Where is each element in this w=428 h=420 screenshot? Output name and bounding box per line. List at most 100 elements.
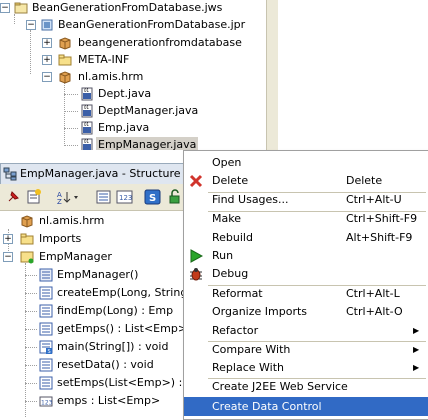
lock-icon[interactable] bbox=[166, 188, 184, 206]
show-numbers-icon[interactable]: 123 bbox=[116, 188, 134, 206]
menu-item-replace-with[interactable]: Replace With ▶ bbox=[184, 358, 428, 377]
structure-node-member[interactable]: 123 emps : List<Emp> bbox=[0, 393, 190, 409]
menu-item-organize-imports[interactable]: Organize Imports Ctrl+Alt-O bbox=[184, 302, 428, 321]
tree-node-file[interactable]: 01 Emp.java bbox=[0, 120, 266, 136]
tree-node-workspace[interactable]: − BeanGenerationFromDatabase.jws bbox=[0, 0, 266, 16]
menu-item-make[interactable]: Make Ctrl+Shift-F9 bbox=[184, 209, 428, 228]
package-label: nl.amis.hrm bbox=[78, 70, 144, 83]
member-label: EmpManager() bbox=[57, 268, 139, 281]
sort-dropdown[interactable]: AZ bbox=[56, 188, 82, 206]
run-icon bbox=[189, 249, 204, 263]
tree-node-file[interactable]: 01 DeptManager.java bbox=[0, 103, 266, 119]
menu-item-run[interactable]: Run bbox=[184, 246, 428, 265]
menu-item-refactor[interactable]: Refactor ▶ bbox=[184, 321, 428, 340]
submenu-arrow-icon: ▶ bbox=[413, 363, 420, 372]
new-view-icon[interactable] bbox=[25, 188, 43, 206]
menu-item-shortcut: Ctrl+Alt-U bbox=[346, 193, 402, 206]
tree-node-nl-amis-hrm[interactable]: − nl.amis.hrm bbox=[0, 69, 266, 85]
submenu-arrow-icon: ▶ bbox=[413, 345, 420, 354]
project-label: BeanGenerationFromDatabase.jpr bbox=[58, 18, 246, 31]
menu-item-rebuild[interactable]: Rebuild Alt+Shift-F9 bbox=[184, 228, 428, 247]
menu-item-shortcut: Alt+Shift-F9 bbox=[346, 231, 413, 244]
menu-item-label: Debug bbox=[212, 267, 249, 280]
menu-item-label: Reformat bbox=[212, 287, 263, 300]
structure-node-member[interactable]: S main(String[]) : void bbox=[0, 339, 190, 355]
member-label: main(String[]) : void bbox=[57, 340, 169, 353]
menu-item-shortcut: Delete bbox=[346, 174, 383, 187]
menu-item-find-usages[interactable]: Find Usages... Ctrl+Alt-U bbox=[184, 190, 428, 209]
tree-node-file[interactable]: 01 Dept.java bbox=[0, 86, 266, 102]
package-label: nl.amis.hrm bbox=[39, 214, 105, 227]
tree-node-meta-inf[interactable]: + META-INF bbox=[0, 52, 266, 68]
structure-tree: nl.amis.hrm + Imports − EmpManager EmpMa… bbox=[0, 211, 192, 418]
folder-icon bbox=[58, 53, 72, 67]
structure-node-member[interactable]: getEmps() : List<Emp> bbox=[0, 321, 190, 337]
package-icon bbox=[58, 70, 72, 84]
class-icon bbox=[20, 250, 34, 264]
menu-item-label: Replace With bbox=[212, 361, 284, 374]
structure-node-class[interactable]: − EmpManager bbox=[0, 249, 190, 265]
menu-item-create-j2ee-web-service[interactable]: Create J2EE Web Service bbox=[184, 377, 428, 396]
menu-item-label: Organize Imports bbox=[212, 305, 308, 318]
tree-node-project[interactable]: − BeanGenerationFromDatabase.jpr bbox=[0, 17, 266, 33]
structure-node-member[interactable]: EmpManager() bbox=[0, 267, 190, 283]
file-label: Dept.java bbox=[98, 87, 152, 100]
folder-icon bbox=[20, 232, 34, 246]
member-label: getEmps() : List<Emp> bbox=[57, 322, 188, 335]
workspace-label: BeanGenerationFromDatabase.jws bbox=[32, 1, 223, 14]
submenu-arrow-icon: ▶ bbox=[413, 326, 420, 335]
collapse-toggle[interactable]: − bbox=[0, 3, 10, 13]
imports-label: Imports bbox=[39, 232, 82, 245]
menu-item-compare-with[interactable]: Compare With ▶ bbox=[184, 340, 428, 359]
show-fields-icon[interactable] bbox=[95, 188, 113, 206]
svg-text:Z: Z bbox=[57, 198, 62, 206]
application-navigator: − BeanGenerationFromDatabase.jws − BeanG… bbox=[0, 0, 266, 153]
expand-toggle[interactable]: + bbox=[3, 234, 13, 244]
member-label: setEmps(List<Emp>) : bbox=[57, 376, 183, 389]
show-static-icon[interactable]: S bbox=[144, 188, 162, 206]
collapse-toggle[interactable]: − bbox=[42, 72, 52, 82]
method-icon bbox=[39, 358, 53, 372]
tree-node-package[interactable]: + beangenerationfromdatabase bbox=[0, 35, 266, 51]
structure-node-member[interactable]: findEmp(Long) : Emp bbox=[0, 303, 190, 319]
svg-text:123: 123 bbox=[41, 400, 53, 407]
collapse-toggle[interactable]: − bbox=[26, 20, 36, 30]
menu-item-reformat[interactable]: Reformat Ctrl+Alt-L bbox=[184, 284, 428, 303]
expand-toggle[interactable]: + bbox=[42, 55, 52, 65]
expand-toggle[interactable]: + bbox=[42, 38, 52, 48]
structure-node-member[interactable]: resetData() : void bbox=[0, 357, 190, 373]
menu-item-shortcut: Ctrl+Alt-O bbox=[346, 305, 403, 318]
menu-item-label: Make bbox=[212, 212, 241, 225]
constructor-icon bbox=[39, 268, 53, 282]
structure-node-member[interactable]: setEmps(List<Emp>) : bbox=[0, 375, 190, 391]
menu-item-label: Open bbox=[212, 156, 242, 169]
menu-item-debug[interactable]: Debug bbox=[184, 264, 428, 283]
pin-icon[interactable] bbox=[4, 188, 22, 206]
package-icon bbox=[20, 214, 34, 228]
menu-item-delete[interactable]: Delete Delete bbox=[184, 171, 428, 190]
menu-item-label: Create J2EE Web Service bbox=[212, 380, 348, 393]
structure-node-member[interactable]: createEmp(Long, String bbox=[0, 285, 190, 301]
structure-node-imports[interactable]: + Imports bbox=[0, 231, 190, 247]
method-icon bbox=[39, 376, 53, 390]
menu-item-open[interactable]: Open bbox=[184, 153, 428, 172]
file-label: Emp.java bbox=[98, 121, 150, 134]
structure-node-package[interactable]: nl.amis.hrm bbox=[0, 213, 190, 229]
svg-text:01: 01 bbox=[84, 105, 90, 110]
menu-item-create-data-control[interactable]: Create Data Control bbox=[184, 397, 428, 416]
structure-toolbar: AZ 123 S bbox=[0, 184, 190, 211]
menu-item-shortcut: Ctrl+Shift-F9 bbox=[346, 212, 418, 225]
structure-title-bar: EmpManager.java - Structure bbox=[0, 163, 192, 185]
svg-text:01: 01 bbox=[84, 139, 90, 144]
menu-item-label: Delete bbox=[212, 174, 249, 187]
svg-text:01: 01 bbox=[84, 122, 90, 127]
folder-label: META-INF bbox=[78, 53, 130, 66]
menu-item-shortcut: Ctrl+Alt-L bbox=[346, 287, 400, 300]
member-label: findEmp(Long) : Emp bbox=[57, 304, 174, 317]
project-icon bbox=[40, 18, 54, 32]
svg-text:123: 123 bbox=[119, 194, 132, 202]
structure-title: EmpManager.java - Structure bbox=[20, 167, 181, 180]
package-label: beangenerationfromdatabase bbox=[78, 36, 242, 49]
collapse-toggle[interactable]: − bbox=[3, 252, 13, 262]
method-icon bbox=[39, 304, 53, 318]
